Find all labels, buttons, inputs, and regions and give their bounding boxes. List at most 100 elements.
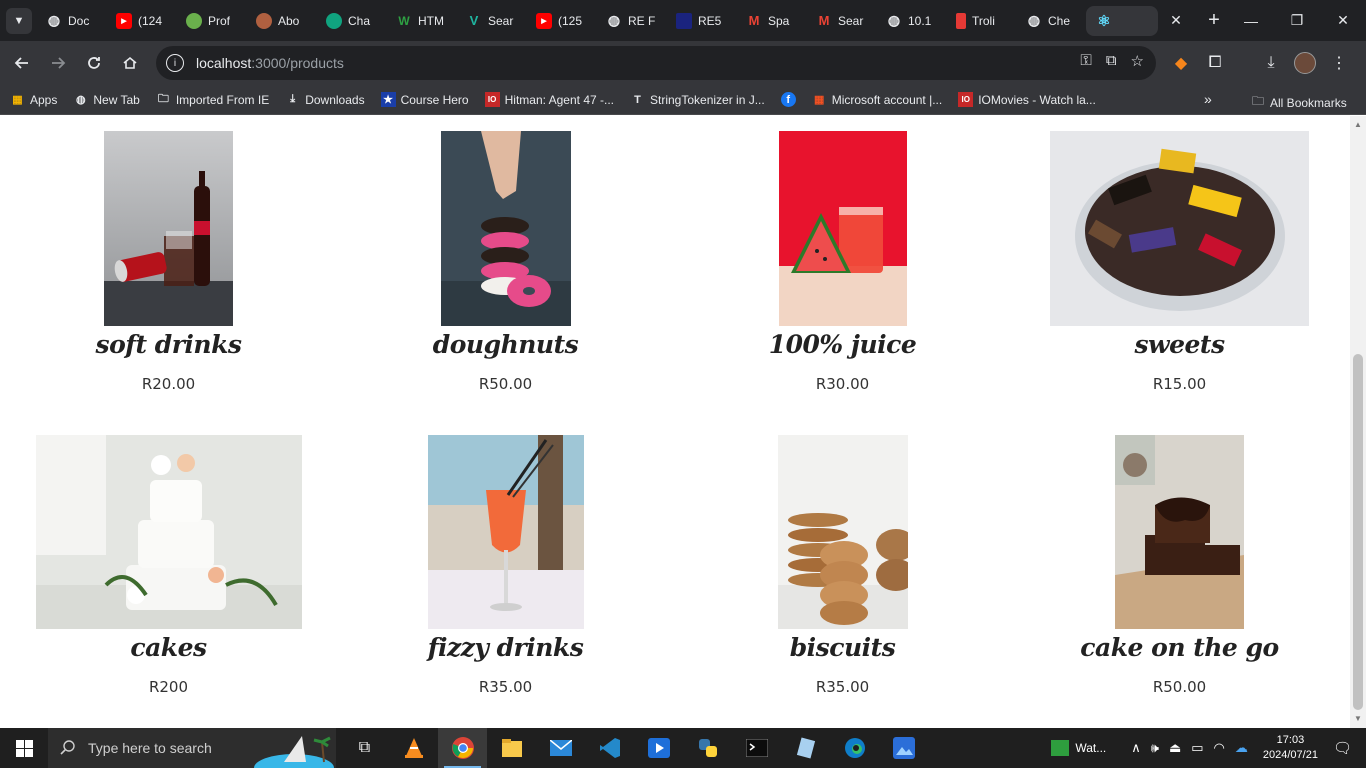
notifications-icon[interactable]: 🗨: [1333, 739, 1352, 757]
browser-tab[interactable]: M Spa: [736, 6, 806, 36]
product-card[interactable]: biscuits R35.00: [674, 435, 1011, 696]
product-card[interactable]: sweets R15.00: [1011, 131, 1348, 393]
product-card[interactable]: 100% juice R30.00: [674, 131, 1011, 393]
scroll-thumb[interactable]: [1353, 354, 1363, 710]
folder-icon: [501, 739, 522, 757]
whatsapp-tray-icon[interactable]: [1051, 740, 1070, 756]
key-icon[interactable]: ⚿: [1080, 52, 1091, 70]
python-app[interactable]: [683, 728, 732, 768]
product-price: R30.00: [815, 375, 870, 393]
wifi-icon[interactable]: ◠: [1214, 740, 1225, 756]
bookmark-item[interactable]: ◍ New Tab: [73, 92, 140, 107]
chevron-down-icon: ▼: [13, 14, 25, 27]
download-icon[interactable]: ⤓: [1260, 54, 1282, 72]
task-view-button[interactable]: ⧉: [340, 728, 389, 768]
browser-tab[interactable]: W HTM: [386, 6, 456, 36]
bookmark-list: ▦ Apps ◍ New Tab 🗀 Imported From IE ⤓ Downloads…: [10, 92, 1112, 107]
file-explorer-app[interactable]: [487, 728, 536, 768]
profile-avatar[interactable]: [1294, 52, 1316, 74]
url-path: :3000/products: [251, 55, 344, 71]
bookmark-item[interactable]: f: [780, 92, 796, 107]
usb-icon[interactable]: ⏏: [1169, 740, 1181, 756]
close-tab-icon[interactable]: ✕: [1166, 12, 1186, 29]
edge-app[interactable]: [830, 728, 879, 768]
page-scrollbar[interactable]: ▲ ▼: [1350, 116, 1366, 728]
taskbar-search-box[interactable]: Type here to search: [48, 728, 336, 768]
scroll-down-icon[interactable]: ▼: [1354, 714, 1362, 723]
home-button[interactable]: [112, 45, 148, 81]
product-name: sweets: [1134, 330, 1225, 359]
tray-app-label[interactable]: Wat...: [1075, 741, 1106, 755]
browser-tab[interactable]: Cha: [316, 6, 386, 36]
browser-tab[interactable]: ▶ (125: [526, 6, 596, 36]
chrome-app[interactable]: [438, 728, 487, 768]
scroll-up-icon[interactable]: ▲: [1354, 120, 1362, 129]
restore-icon[interactable]: ❐: [1274, 0, 1320, 41]
product-price: R20.00: [141, 375, 196, 393]
media-app[interactable]: [634, 728, 683, 768]
tab-title: Che: [1048, 13, 1071, 28]
vscode-app[interactable]: [585, 728, 634, 768]
search-placeholder: Type here to search: [88, 740, 212, 756]
all-bookmarks-button[interactable]: 🗀 All Bookmarks: [1252, 92, 1347, 113]
tab-title: Abo: [278, 13, 300, 28]
browser-tab[interactable]: ◍ Che: [1016, 6, 1086, 36]
bookmark-item[interactable]: IO IOMovies - Watch la...: [958, 92, 1096, 107]
product-card[interactable]: doughnuts R50.00: [337, 131, 674, 393]
back-button[interactable]: [4, 45, 40, 81]
photos-app[interactable]: [879, 728, 928, 768]
browser-tab[interactable]: ◍ RE F: [596, 6, 666, 36]
address-bar[interactable]: i localhost:3000/products ⚿ ⧉ ☆: [156, 46, 1156, 80]
menu-kebab-icon[interactable]: ⋮: [1328, 53, 1350, 73]
browser-tab[interactable]: Troli: [946, 6, 1016, 36]
browser-tab[interactable]: ▶ (124: [106, 6, 176, 36]
browser-tab[interactable]: RE5: [666, 6, 736, 36]
volume-icon[interactable]: 🕪: [1151, 740, 1159, 756]
close-window-icon[interactable]: ✕: [1320, 0, 1366, 41]
bookmarks-bar: ▦ Apps ◍ New Tab 🗀 Imported From IE ⤓ Downloads…: [0, 85, 1366, 115]
browser-tab[interactable]: V Sear: [456, 6, 526, 36]
terminal-app[interactable]: [732, 728, 781, 768]
product-card[interactable]: fizzy drinks R35.00: [337, 435, 674, 696]
install-app-icon[interactable]: ⧉: [1106, 52, 1117, 70]
tab-search-button[interactable]: ▼: [6, 7, 32, 34]
forward-button[interactable]: [40, 45, 76, 81]
battery-icon[interactable]: ▭: [1191, 740, 1203, 756]
bookmark-star-icon[interactable]: ☆: [1131, 52, 1144, 70]
tab-title: RE5: [698, 13, 722, 28]
mail-app[interactable]: [536, 728, 585, 768]
show-hidden-icons-icon[interactable]: ∧: [1131, 740, 1141, 756]
browser-tab[interactable]: Prof: [176, 6, 246, 36]
bookmark-item[interactable]: ★ Course Hero: [380, 92, 469, 107]
start-button[interactable]: [0, 728, 48, 768]
browser-tab[interactable]: Abo: [246, 6, 316, 36]
bookmark-item[interactable]: ▦ Apps: [10, 92, 57, 107]
metamask-icon[interactable]: ◆: [1170, 53, 1192, 73]
vercel-v-icon: V: [469, 13, 479, 28]
product-card[interactable]: cakes R200: [0, 435, 337, 696]
product-card[interactable]: cake on the go R50.00: [1011, 435, 1348, 696]
onedrive-icon[interactable]: ☁: [1235, 740, 1248, 756]
bookmark-item[interactable]: 🗀 Imported From IE: [156, 92, 269, 107]
extensions-icon[interactable]: ⧠: [1204, 54, 1226, 72]
tab-title: Doc: [68, 13, 90, 28]
product-price: R35.00: [815, 678, 870, 696]
bookmark-item[interactable]: IO Hitman: Agent 47 -...: [484, 92, 614, 107]
task-view-icon: ⧉: [358, 739, 371, 756]
more-bookmarks-icon[interactable]: »: [1204, 91, 1212, 107]
clock[interactable]: 17:03 2024/07/21: [1263, 733, 1318, 763]
new-tab-button[interactable]: +: [1202, 9, 1226, 32]
browser-tab[interactable]: ◍ Doc: [36, 6, 106, 36]
product-card[interactable]: soft drinks R20.00: [0, 131, 337, 393]
bookmark-item[interactable]: ⤓ Downloads: [285, 92, 364, 107]
site-info-icon[interactable]: i: [166, 54, 184, 72]
browser-tab[interactable]: ⚛: [1086, 5, 1158, 36]
browser-tab[interactable]: M Sear: [806, 6, 876, 36]
notepad-app[interactable]: [781, 728, 830, 768]
bookmark-item[interactable]: ▦ Microsoft account |...: [812, 92, 942, 107]
bookmark-item[interactable]: T StringTokenizer in J...: [630, 92, 765, 107]
vlc-app[interactable]: [389, 728, 438, 768]
browser-tab[interactable]: ◍ 10.1: [876, 6, 946, 36]
reload-button[interactable]: [76, 45, 112, 81]
minimize-icon[interactable]: —: [1228, 0, 1274, 41]
